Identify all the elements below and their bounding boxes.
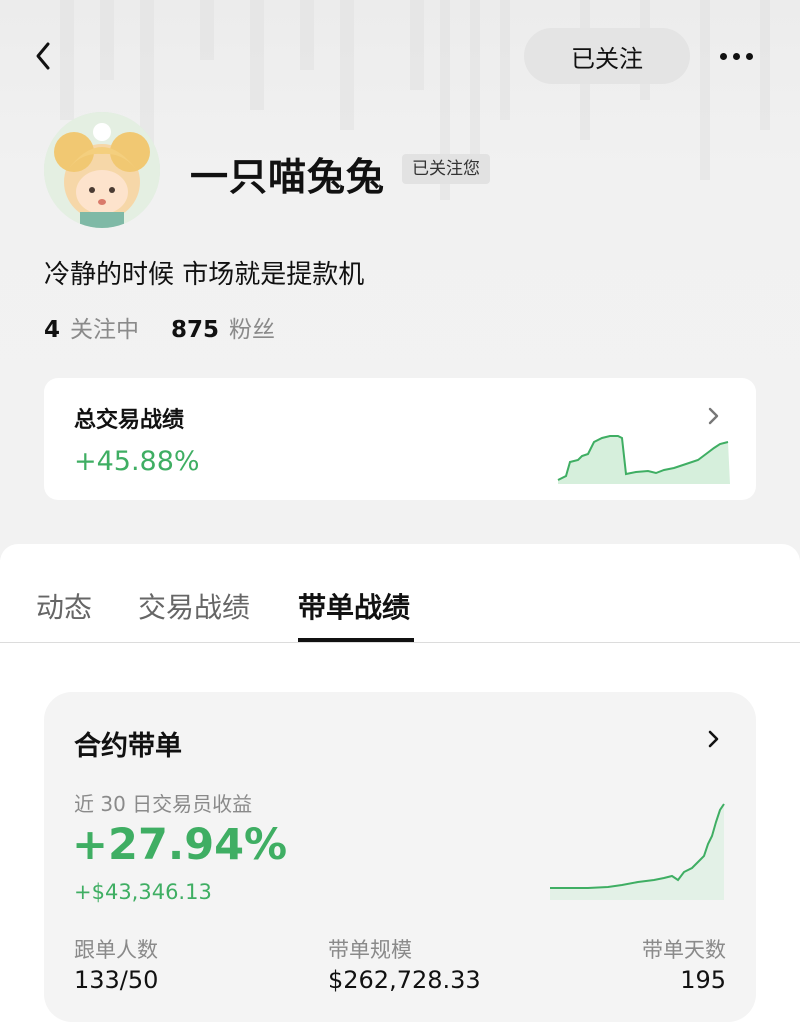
futures-lead-card[interactable]: 合约带单 近 30 日交易员收益 +27.94% +$43,346.13 跟单人… — [44, 692, 756, 1022]
username: 一只喵兔兔 — [190, 155, 386, 199]
more-dots-icon — [719, 52, 753, 60]
back-button[interactable] — [22, 34, 66, 78]
followers-count-value: 133/50 — [74, 966, 159, 994]
overall-performance-sparkline — [557, 435, 730, 484]
tab-lead-trading-record[interactable]: 带单战绩 — [298, 586, 410, 626]
lead-return-sparkline — [550, 803, 725, 900]
overall-performance-card[interactable]: 总交易战绩 +45.88% — [44, 378, 756, 500]
lead-aum-value: $262,728.33 — [328, 966, 481, 994]
return-period-label: 近 30 日交易员收益 — [74, 792, 253, 816]
following-label[interactable]: 关注中 — [70, 310, 139, 344]
back-arrow-icon — [36, 42, 50, 70]
tab-trading-record[interactable]: 交易战绩 — [138, 586, 250, 626]
tab-divider — [0, 642, 800, 643]
followers-count[interactable]: 875 — [171, 317, 219, 343]
followers-label[interactable]: 粉丝 — [229, 310, 275, 344]
profile-stats: 4 关注中 875 粉丝 — [44, 310, 297, 344]
more-options-button[interactable] — [710, 36, 762, 76]
bio: 冷静的时候 市场就是提款机 — [44, 260, 365, 290]
return-amount: +$43,346.13 — [74, 880, 212, 904]
followers-count-label: 跟单人数 — [74, 938, 158, 962]
overall-performance-value: +45.88% — [74, 446, 200, 477]
lead-days-value: 195 — [680, 966, 726, 994]
follow-button[interactable]: 已关注 — [524, 28, 690, 84]
follows-you-badge: 已关注您 — [402, 154, 490, 184]
following-count[interactable]: 4 — [44, 317, 60, 343]
tab-posts[interactable]: 动态 — [36, 586, 92, 626]
avatar[interactable] — [44, 112, 160, 228]
chevron-right-icon — [708, 407, 719, 425]
chevron-right-icon — [708, 730, 719, 748]
overall-performance-title: 总交易战绩 — [74, 408, 185, 433]
futures-lead-title: 合约带单 — [74, 731, 182, 762]
lead-aum-label: 带单规模 — [328, 938, 412, 962]
return-percentage: +27.94% — [72, 820, 288, 870]
avatar-image — [44, 112, 160, 228]
lead-days-label: 带单天数 — [642, 938, 726, 962]
